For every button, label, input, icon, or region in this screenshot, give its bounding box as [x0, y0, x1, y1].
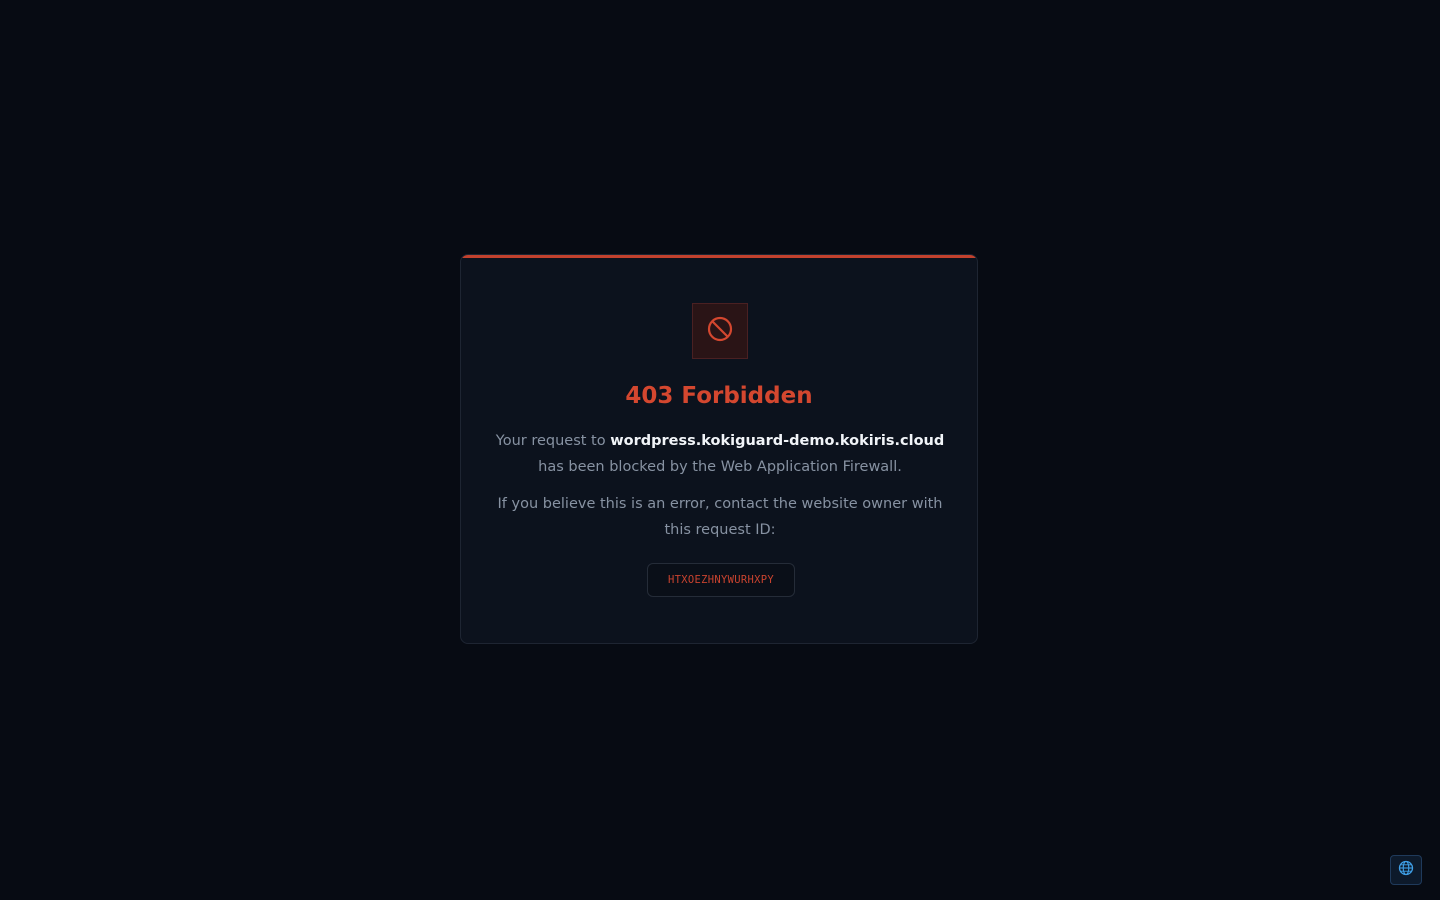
page-title: 403 Forbidden [625, 383, 813, 409]
language-button[interactable] [1390, 855, 1422, 885]
page: 403 Forbidden Your request to wordpress.… [0, 0, 1440, 900]
blocked-host: wordpress.kokiguard-demo.kokiris.cloud [610, 433, 945, 449]
blocked-message: Your request to wordpress.kokiguard-demo… [485, 428, 955, 480]
message-suffix: has been blocked by the Web Application … [538, 459, 902, 475]
block-icon-box [692, 303, 748, 359]
card-accent-bar [461, 255, 977, 258]
contact-message: If you believe this is an error, contact… [497, 496, 943, 538]
message-prefix: Your request to [495, 433, 611, 449]
globe-icon [1398, 860, 1414, 880]
request-id[interactable]: HTXOEZHNYWURHXPY [647, 563, 795, 597]
blocked-card: 403 Forbidden Your request to wordpress.… [460, 254, 978, 644]
block-icon [706, 315, 734, 347]
